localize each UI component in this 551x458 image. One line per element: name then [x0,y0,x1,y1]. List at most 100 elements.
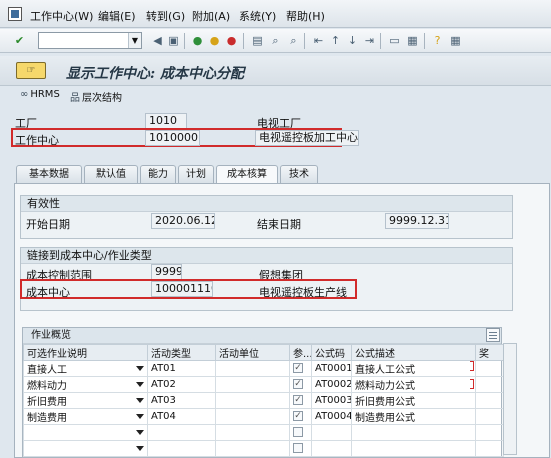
activity-unit-cell[interactable] [215,440,290,457]
next-page-icon[interactable]: ↓ [345,33,360,48]
chevron-down-icon[interactable] [136,398,144,403]
tab-defaults[interactable]: 默认值 [84,165,138,183]
cancel-icon[interactable]: ● [224,33,239,48]
menu-extras[interactable]: 附加(A) [192,8,230,24]
reference-cell[interactable] [289,440,312,457]
last-page-icon[interactable]: ⇥ [362,33,377,48]
end-date-field[interactable]: 9999.12.31 [385,213,449,229]
description-cell[interactable] [23,424,148,441]
table-row[interactable] [23,424,504,441]
shortcut-icon[interactable]: ▦ [405,33,420,48]
formula-key-cell[interactable] [311,440,352,457]
menu-edit[interactable]: 编辑(E) [98,8,136,24]
activity-type-cell[interactable]: AT02 [147,376,216,393]
table-row[interactable]: 制造费用 AT04 ✓ AT0004 制造费用公式 [23,408,504,425]
help-icon[interactable]: ? [430,33,445,48]
table-row[interactable]: 直接人工 AT01 ✓ AT0001 直接人工公式 [23,360,504,377]
activity-type-cell[interactable]: AT01 [147,360,216,377]
reference-cell[interactable]: ✓ [289,408,312,425]
incentive-cell[interactable] [475,376,504,393]
formula-key-cell[interactable]: AT0002 [311,376,352,393]
activity-type-cell[interactable] [147,440,216,457]
menu-system[interactable]: 系统(Y) [239,8,276,24]
table-settings-icon[interactable] [486,328,500,342]
table-row[interactable] [23,440,504,457]
reference-checkbox[interactable]: ✓ [293,363,303,373]
chevron-down-icon[interactable] [136,382,144,387]
formula-key-cell[interactable]: AT0003 [311,392,352,409]
tab-capacity[interactable]: 能力 [140,165,176,183]
hrms-button[interactable]: ∞ HRMS [20,89,60,100]
menu-goto[interactable]: 转到(G) [146,8,185,24]
activity-type-cell[interactable]: AT04 [147,408,216,425]
incentive-cell[interactable] [475,360,504,377]
reference-checkbox[interactable] [293,427,303,437]
activity-type-cell[interactable] [147,424,216,441]
reference-cell[interactable]: ✓ [289,376,312,393]
save-icon[interactable]: ▣ [166,33,181,48]
column-header-formula-description[interactable]: 公式描述 [351,344,476,361]
reference-checkbox[interactable]: ✓ [293,411,303,421]
reference-cell[interactable]: ✓ [289,392,312,409]
description-cell[interactable]: 制造费用 [23,408,148,425]
print-icon[interactable]: ▤ [250,33,265,48]
incentive-cell[interactable] [475,424,504,441]
hierarchy-button[interactable]: 品层次结构 [70,89,122,104]
chevron-down-icon[interactable] [136,430,144,435]
chevron-down-icon[interactable] [136,414,144,419]
tab-basic-data[interactable]: 基本数据 [16,165,82,183]
column-header-description[interactable]: 可选作业说明 [23,344,148,361]
command-field[interactable]: ▼ [38,32,142,49]
controlling-area-field[interactable]: 9999 [151,264,182,280]
exit-icon[interactable]: ● [207,33,222,48]
table-row[interactable]: 折旧费用 AT03 ✓ AT0003 折旧费用公式 [23,392,504,409]
incentive-cell[interactable] [475,440,504,457]
workcenter-field[interactable]: 10100001 [145,130,200,146]
column-header-activity-unit[interactable]: 活动单位 [215,344,290,361]
description-cell[interactable] [23,440,148,457]
description-cell[interactable]: 直接人工 [23,360,148,377]
chevron-down-icon[interactable] [136,366,144,371]
reference-cell[interactable] [289,424,312,441]
activity-unit-cell[interactable] [215,424,290,441]
reference-checkbox[interactable] [293,443,303,453]
tab-technical[interactable]: 技术 [280,165,318,183]
formula-key-cell[interactable]: AT0001 [311,360,352,377]
activity-unit-cell[interactable] [215,408,290,425]
chevron-down-icon[interactable]: ▼ [128,33,141,48]
back-icon[interactable]: ● [190,33,205,48]
column-header-incentive[interactable]: 奖 [475,344,504,361]
start-date-field[interactable]: 2020.06.12 [151,213,215,229]
column-header-reference[interactable]: 参... [289,344,312,361]
app-menu-icon[interactable] [8,7,22,21]
reference-cell[interactable]: ✓ [289,360,312,377]
reference-checkbox[interactable]: ✓ [293,395,303,405]
activity-unit-cell[interactable] [215,392,290,409]
column-header-formula-key[interactable]: 公式码 [311,344,352,361]
column-header-activity-type[interactable]: 活动类型 [147,344,216,361]
table-row[interactable]: 燃料动力 AT02 ✓ AT0002 燃料动力公式 [23,376,504,393]
formula-key-cell[interactable] [311,424,352,441]
tab-scheduling[interactable]: 计划 [178,165,214,183]
plant-field[interactable]: 1010 [145,113,187,129]
chevron-down-icon[interactable] [136,446,144,451]
description-cell[interactable]: 燃料动力 [23,376,148,393]
activity-type-cell[interactable]: AT03 [147,392,216,409]
settings-icon[interactable]: ▦ [448,33,463,48]
collapse-icon[interactable]: ◀ [150,33,165,48]
tab-costing[interactable]: 成本核算 [216,165,278,184]
find-next-icon[interactable]: ⌕ [286,33,301,48]
incentive-cell[interactable] [475,392,504,409]
activity-unit-cell[interactable] [215,376,290,393]
menu-workcenter[interactable]: 工作中心(W) [30,8,93,24]
menu-help[interactable]: 帮助(H) [286,8,325,24]
new-session-icon[interactable]: ▭ [387,33,402,48]
first-page-icon[interactable]: ⇤ [311,33,326,48]
incentive-cell[interactable] [475,408,504,425]
table-vertical-scrollbar[interactable] [503,343,517,455]
activity-unit-cell[interactable] [215,360,290,377]
previous-page-icon[interactable]: ↑ [328,33,343,48]
formula-key-cell[interactable]: AT0004 [311,408,352,425]
description-cell[interactable]: 折旧费用 [23,392,148,409]
reference-checkbox[interactable]: ✓ [293,379,303,389]
